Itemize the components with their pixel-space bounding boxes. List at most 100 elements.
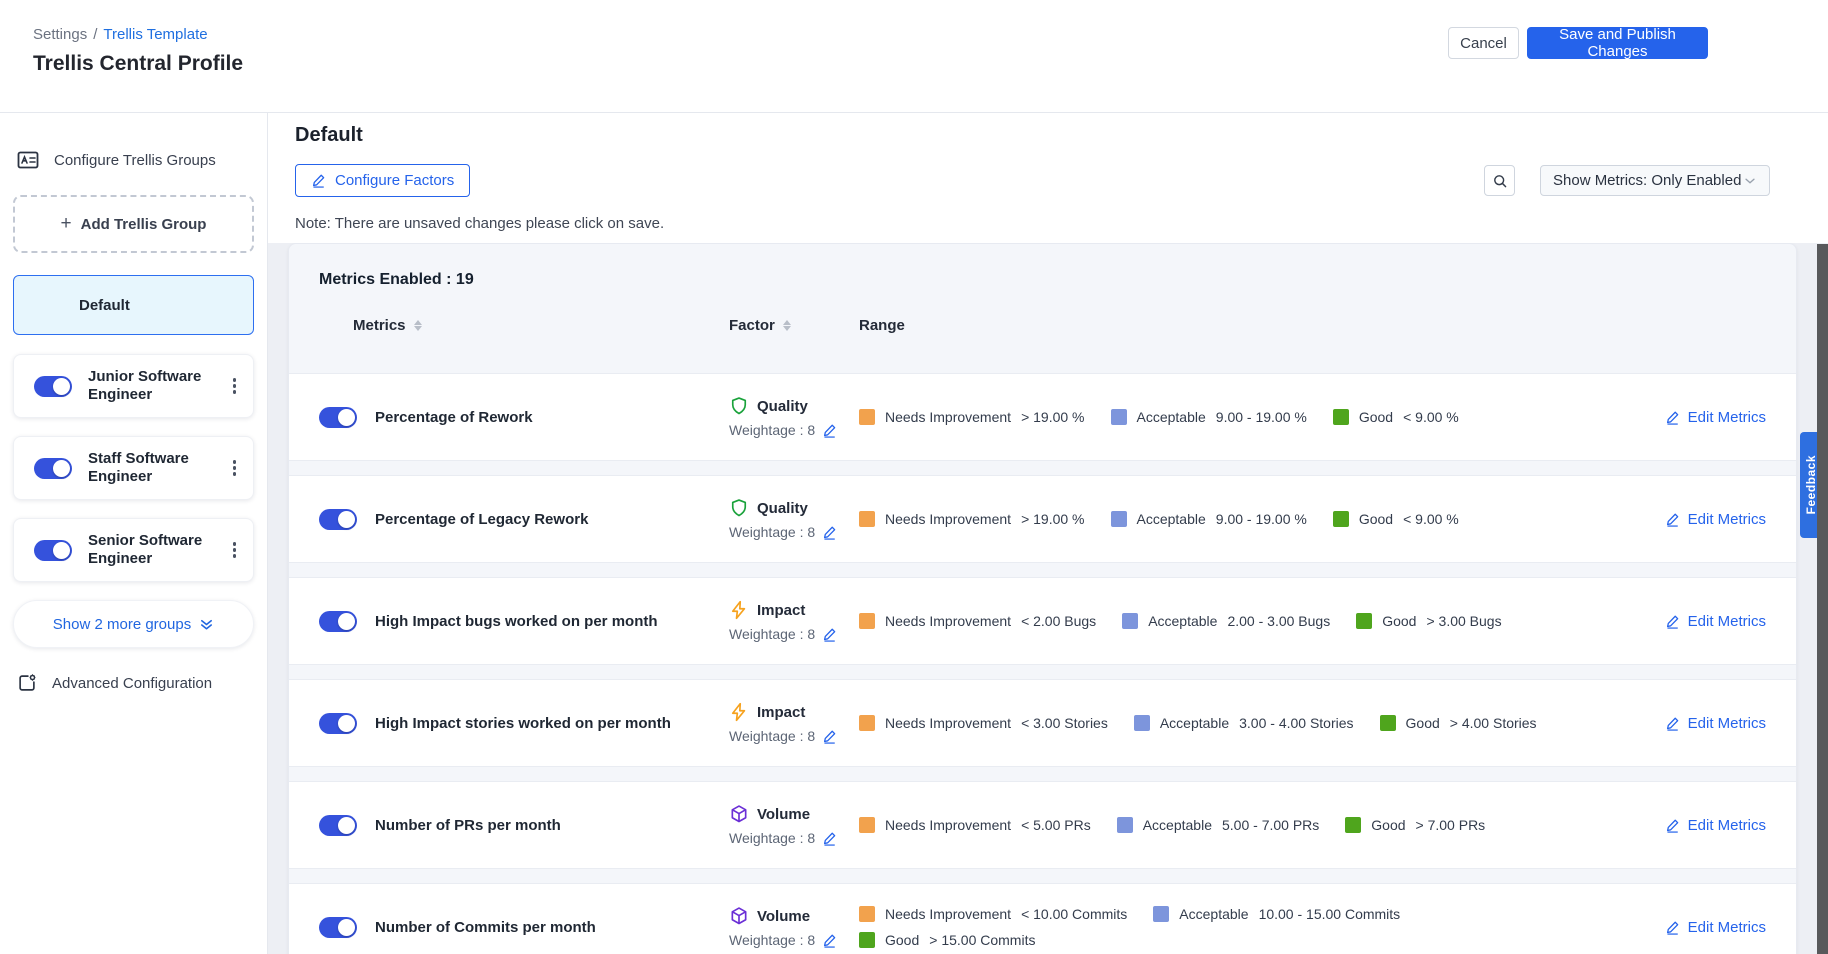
weightage-text: Weightage : 8 [729,422,815,438]
weightage-text: Weightage : 8 [729,524,815,540]
group-sub-header: Default Configure Factors Note: There ar… [268,113,1828,243]
edit-pencil-icon [1665,716,1680,731]
metric-name: Number of PRs per month [375,817,561,834]
factor-column-label: Factor [729,317,775,334]
column-header-metrics[interactable]: Metrics [319,317,729,334]
table-row: Percentage of Legacy Rework Quality Weig… [289,475,1796,563]
metric-toggle[interactable] [319,611,357,632]
table-column-header: Metrics Factor Range [289,305,1796,345]
toggle-knob [338,817,355,834]
search-button[interactable] [1484,165,1515,196]
breadcrumb: Settings / Trellis Template [33,26,208,43]
cancel-button[interactable]: Cancel [1448,27,1519,59]
edit-weightage-icon[interactable] [822,525,837,540]
group-toggle[interactable] [34,540,72,561]
edit-weightage-icon[interactable] [822,627,837,642]
advanced-configuration-label: Advanced Configuration [52,675,212,692]
quality-shield-icon [729,498,749,518]
toggle-knob [338,613,355,630]
range-cell: Needs Improvement< 5.00 PRs Acceptable5.… [859,817,1619,833]
range-chip-acceptable: Acceptable5.00 - 7.00 PRs [1117,817,1320,833]
edit-pencil-icon [1665,920,1680,935]
sort-icon[interactable] [783,320,791,331]
edit-metrics-link[interactable]: Edit Metrics [1665,613,1766,630]
volume-cube-icon [729,906,749,926]
edit-metrics-link[interactable]: Edit Metrics [1665,817,1766,834]
table-row: Number of PRs per month Volume Weightage… [289,781,1796,869]
search-icon [1492,173,1508,189]
sort-icon[interactable] [414,320,422,331]
edit-weightage-icon[interactable] [822,423,837,438]
toggle-knob [338,715,355,732]
factor-name: Impact [757,704,805,721]
toggle-knob [53,542,70,559]
main-area: Default Configure Factors Note: There ar… [268,113,1828,954]
add-trellis-group-button[interactable]: + Add Trellis Group [13,195,254,253]
kebab-menu-icon[interactable] [228,373,242,399]
toggle-knob [53,378,70,395]
default-group-label: Default [79,297,130,314]
edit-weightage-icon[interactable] [822,933,837,948]
advanced-configuration-item[interactable]: Advanced Configuration [0,672,267,694]
sidebar-item-staff-software-engineer[interactable]: Staff Software Engineer [13,436,254,500]
group-toggle[interactable] [34,458,72,479]
sidebar-item-default[interactable]: Default [13,275,254,335]
toggle-knob [338,409,355,426]
edit-metrics-link[interactable]: Edit Metrics [1665,715,1766,732]
edit-metrics-link[interactable]: Edit Metrics [1665,919,1766,936]
breadcrumb-separator: / [93,26,97,43]
metric-toggle[interactable] [319,509,357,530]
metric-toggle[interactable] [319,815,357,836]
page-title: Trellis Central Profile [33,52,243,76]
edit-metrics-link[interactable]: Edit Metrics [1665,511,1766,528]
edit-metrics-link[interactable]: Edit Metrics [1665,409,1766,426]
range-chip-needs-improvement: Needs Improvement< 5.00 PRs [859,817,1091,833]
range-chip-acceptable: Acceptable10.00 - 15.00 Commits [1153,906,1400,922]
weightage-text: Weightage : 8 [729,728,815,744]
edit-weightage-icon[interactable] [822,831,837,846]
configure-trellis-groups-header: Configure Trellis Groups [0,147,267,173]
range-chip-acceptable: Acceptable2.00 - 3.00 Bugs [1122,613,1330,629]
good-swatch [1333,409,1349,425]
table-row: Percentage of Rework Quality Weightage :… [289,373,1796,461]
vertical-scrollbar-thumb[interactable] [1817,244,1828,954]
range-chip-needs-improvement: Needs Improvement> 19.00 % [859,409,1085,425]
configure-trellis-groups-label: Configure Trellis Groups [54,152,216,169]
table-row: Number of Commits per month Volume Weigh… [289,883,1796,954]
factor-name: Volume [757,908,810,925]
edit-weightage-icon[interactable] [822,729,837,744]
metrics-enabled-count: Metrics Enabled : 19 [289,244,1796,305]
double-chevron-down-icon [199,617,214,632]
edit-pencil-icon [1665,512,1680,527]
group-title: Default [295,124,363,147]
range-cell: Needs Improvement< 10.00 Commits Accepta… [859,906,1459,948]
breadcrumb-settings[interactable]: Settings [33,26,87,43]
factor-name: Volume [757,806,810,823]
metric-name: Percentage of Legacy Rework [375,511,588,528]
configure-factors-button[interactable]: Configure Factors [295,164,470,197]
range-chip-needs-improvement: Needs Improvement< 2.00 Bugs [859,613,1096,629]
column-header-factor[interactable]: Factor [729,317,859,334]
show-more-groups-button[interactable]: Show 2 more groups [13,600,254,648]
metric-name: High Impact bugs worked on per month [375,613,658,630]
breadcrumb-trellis-template[interactable]: Trellis Template [103,26,207,43]
group-name: Junior Software Engineer [88,368,213,404]
edit-pencil-icon [311,173,326,188]
sidebar-item-junior-software-engineer[interactable]: Junior Software Engineer [13,354,254,418]
sidebar-item-senior-software-engineer[interactable]: Senior Software Engineer [13,518,254,582]
kebab-menu-icon[interactable] [228,537,242,563]
range-chip-good: Good> 15.00 Commits [859,932,1035,948]
needs-improvement-swatch [859,409,875,425]
chevron-down-icon [1743,174,1757,188]
range-chip-acceptable: Acceptable9.00 - 19.00 % [1111,511,1307,527]
kebab-menu-icon[interactable] [228,455,242,481]
table-row: High Impact bugs worked on per month Imp… [289,577,1796,665]
group-toggle[interactable] [34,376,72,397]
metric-toggle[interactable] [319,407,357,428]
metric-toggle[interactable] [319,713,357,734]
metric-toggle[interactable] [319,917,357,938]
show-metrics-dropdown[interactable]: Show Metrics: Only Enabled [1540,165,1770,196]
weightage-text: Weightage : 8 [729,830,815,846]
save-and-publish-button[interactable]: Save and Publish Changes [1527,27,1708,59]
edit-pencil-icon [1665,818,1680,833]
